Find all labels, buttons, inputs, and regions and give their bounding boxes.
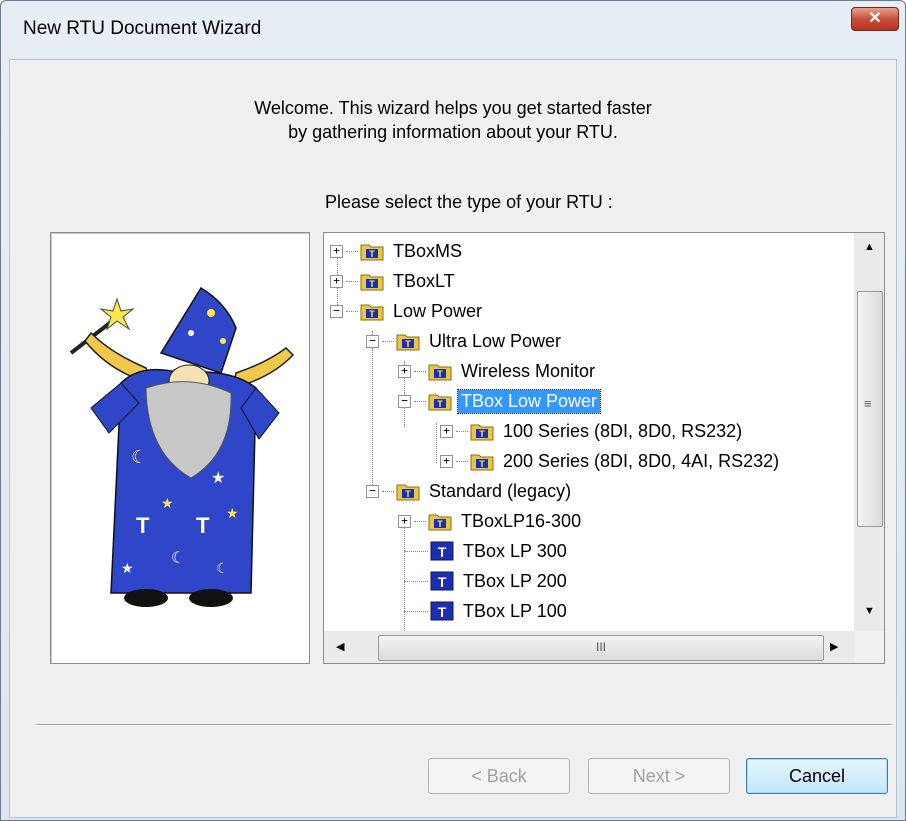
tree-item-tboxlt[interactable]: + T TBoxLT [330, 267, 458, 295]
tree-item-label: 100 Series (8DI, 8D0, RS232) [503, 420, 743, 441]
close-icon: ✕ [868, 10, 882, 27]
collapse-icon[interactable]: − [366, 484, 379, 498]
svg-text:T: T [405, 339, 411, 349]
close-button[interactable]: ✕ [851, 7, 899, 31]
tree-item-tboxms[interactable]: + T TBoxMS [330, 237, 465, 265]
folder-icon: T [360, 304, 384, 321]
folder-icon: T [396, 484, 420, 501]
wizard-client-area: Welcome. This wizard helps you get start… [9, 59, 897, 818]
horizontal-scroll-thumb[interactable]: III [378, 635, 824, 661]
folder-icon: T [396, 334, 420, 351]
tree-item-low-power[interactable]: − T Low Power [330, 297, 485, 325]
svg-text:☾: ☾ [216, 560, 229, 576]
tree-item-tboxlp16-300[interactable]: + T TBoxLP16-300 [398, 507, 584, 535]
folder-icon: T [360, 274, 384, 291]
welcome-line-1: Welcome. This wizard helps you get start… [254, 98, 652, 118]
collapse-icon[interactable]: − [330, 304, 343, 318]
svg-text:T: T [437, 519, 443, 529]
folder-icon: T [360, 244, 384, 261]
vertical-scrollbar[interactable]: ▲ ≡ ▼ [854, 233, 884, 631]
svg-text:T: T [479, 429, 485, 439]
vertical-scroll-thumb[interactable]: ≡ [857, 291, 883, 527]
svg-text:☾: ☾ [131, 447, 147, 467]
svg-text:T: T [437, 399, 443, 409]
scroll-left-icon[interactable]: ◀ [336, 640, 344, 653]
tree-item-label: Ultra Low Power [429, 330, 562, 351]
tree-item-ultra-low-power[interactable]: − T Ultra Low Power [366, 327, 564, 355]
folder-icon: T [470, 454, 494, 471]
tree-item-label: TBox LP 300 [463, 540, 567, 561]
svg-text:☾: ☾ [171, 550, 185, 567]
scrollbar-corner [854, 631, 884, 663]
folder-icon: T [428, 394, 452, 411]
tree-item-100-series[interactable]: + T 100 Series (8DI, 8D0, RS232) [440, 417, 745, 445]
expand-icon[interactable]: + [398, 364, 411, 378]
tree-item-standard-legacy[interactable]: − T Standard (legacy) [366, 477, 574, 505]
svg-text:★: ★ [211, 470, 225, 487]
svg-text:★: ★ [121, 560, 134, 576]
tree-item-tbox-lp-300[interactable]: T TBox LP 300 [404, 537, 570, 565]
svg-text:T: T [438, 574, 447, 590]
folder-icon: T [470, 424, 494, 441]
next-button[interactable]: Next > [588, 758, 730, 794]
tree-item-label: TBoxLT [393, 270, 455, 291]
wizard-window: New RTU Document Wizard ✕ Welcome. This … [0, 0, 906, 821]
svg-text:T: T [136, 513, 150, 538]
svg-text:T: T [369, 309, 375, 319]
rtu-type-tree[interactable]: + T TBoxMS + T TBoxLT − T Low Power − T … [323, 232, 885, 664]
tree-item-wireless-monitor[interactable]: + T Wireless Monitor [398, 357, 598, 385]
device-icon: T [430, 541, 454, 561]
svg-text:T: T [437, 369, 443, 379]
back-button[interactable]: < Back [428, 758, 570, 794]
tree-item-label: TBox LP 100 [463, 600, 567, 621]
tree-item-label: Standard (legacy) [429, 480, 572, 501]
svg-text:T: T [438, 544, 447, 560]
grip-icon: ≡ [864, 396, 872, 411]
svg-text:T: T [196, 513, 210, 538]
tree-item-tbox-lp-200[interactable]: T TBox LP 200 [404, 567, 570, 595]
button-divider [36, 724, 892, 726]
folder-icon: T [428, 514, 452, 531]
expand-icon[interactable]: + [440, 454, 453, 468]
tree-item-label: TBoxMS [393, 240, 463, 261]
tree-item-label: Wireless Monitor [461, 360, 596, 381]
title-bar[interactable]: New RTU Document Wizard ✕ [1, 1, 905, 59]
expand-icon[interactable]: + [440, 424, 453, 438]
svg-text:★: ★ [226, 505, 239, 521]
grip-icon: III [595, 640, 606, 654]
tree-item-label: TBox LP 200 [463, 570, 567, 591]
tree-item-label: Low Power [393, 300, 483, 321]
svg-text:T: T [405, 489, 411, 499]
folder-icon: T [428, 364, 452, 381]
svg-text:T: T [479, 459, 485, 469]
svg-text:★: ★ [161, 495, 174, 511]
svg-text:T: T [438, 604, 447, 620]
tree-item-label: 200 Series (8DI, 8D0, 4AI, RS232) [503, 450, 780, 471]
cancel-button[interactable]: Cancel [746, 758, 888, 794]
wizard-illustration: ☾ ★ ★ T T ★ ☾ ★ ☾ [69, 286, 295, 607]
device-icon: T [430, 571, 454, 591]
expand-icon[interactable]: + [398, 514, 411, 528]
device-icon: T [430, 601, 454, 621]
expand-icon[interactable]: + [330, 274, 343, 288]
welcome-line-2: by gathering information about your RTU. [288, 122, 618, 142]
scroll-up-icon[interactable]: ▲ [864, 241, 875, 253]
expand-icon[interactable]: + [330, 244, 343, 258]
rtu-type-prompt: Please select the type of your RTU : [325, 192, 613, 212]
tree-item-label: TBoxLP16-300 [461, 510, 582, 531]
svg-text:T: T [369, 279, 375, 289]
svg-text:T: T [369, 249, 375, 259]
horizontal-scrollbar[interactable]: ◀ III ▶ [324, 631, 854, 663]
collapse-icon[interactable]: − [398, 394, 411, 408]
scroll-right-icon[interactable]: ▶ [830, 640, 838, 653]
tree-item-tbox-lp-100[interactable]: T TBox LP 100 [404, 597, 570, 625]
window-title: New RTU Document Wizard [23, 18, 262, 39]
welcome-text: Welcome. This wizard helps you get start… [10, 96, 896, 144]
scroll-down-icon[interactable]: ▼ [864, 605, 875, 617]
tree-item-tbox-low-power[interactable]: − T TBox Low Power [398, 387, 602, 415]
tree-item-label: TBox Low Power [456, 388, 602, 414]
collapse-icon[interactable]: − [366, 334, 379, 348]
tree-item-200-series[interactable]: + T 200 Series (8DI, 8D0, 4AI, RS232) [440, 447, 782, 475]
wizard-illustration-panel: ☾ ★ ★ T T ★ ☾ ★ ☾ [50, 232, 310, 664]
